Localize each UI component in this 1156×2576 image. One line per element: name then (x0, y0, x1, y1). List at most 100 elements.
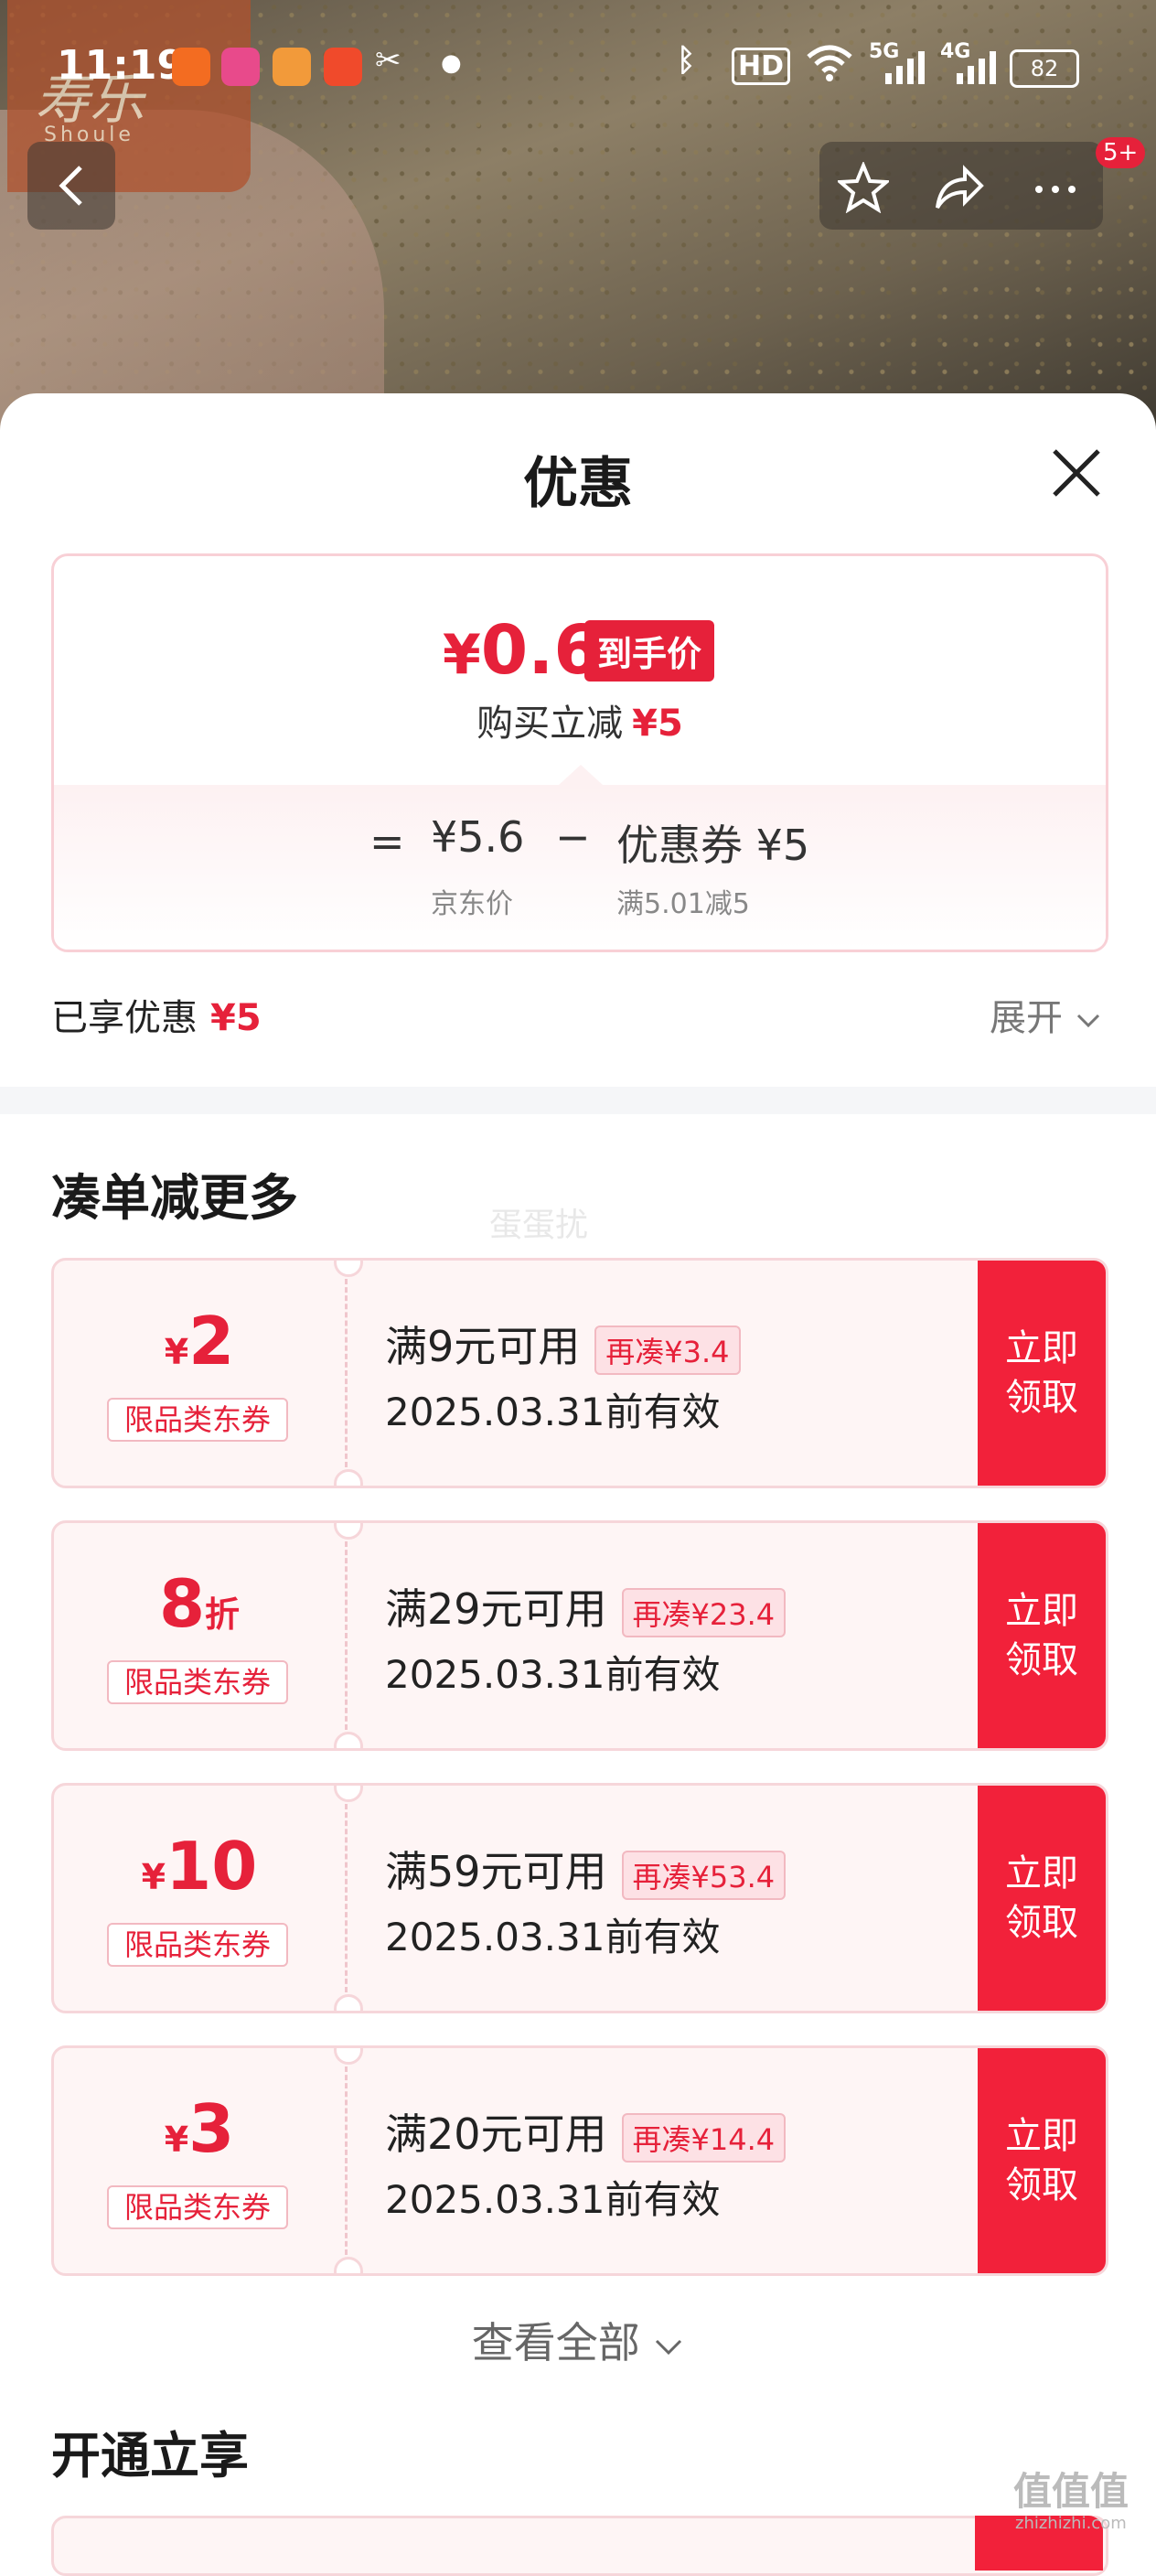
coupon-amount: 8折 (54, 1567, 345, 1651)
claim-button-label: 立即 领取 (1005, 2115, 1078, 2206)
coupon-condition-text: 满29元可用 (385, 1584, 607, 1634)
coupon-deduction: 优惠券 ¥5 (616, 821, 810, 870)
claim-button-label: 立即 领取 (1005, 1327, 1078, 1419)
message-count-badge: 5+ (1096, 137, 1146, 168)
section-title-more: 凑单减更多 (51, 1169, 298, 1227)
more-notifications-icon: ● (441, 49, 462, 77)
coupon-type: 限品类东券 (107, 2185, 288, 2229)
coupon-separator (345, 2066, 348, 2255)
final-price-value: 0.6 (480, 611, 601, 690)
signal-icon (942, 49, 997, 94)
enjoyed-label: 已享优惠 (51, 997, 198, 1039)
view-all-button[interactable]: 查看全部 (0, 2310, 1156, 2370)
section-divider (0, 1087, 1156, 1114)
discount-sheet: 优惠 ¥0.6 到手价 购买立减 ¥5 = ¥5.6 京东价 − 优惠券 ¥5 满… (0, 393, 1156, 2543)
chevron-down-icon (656, 2339, 682, 2356)
coupon-cutout (334, 1732, 363, 1748)
coupon-diff-badge: 再凑¥3.4 (594, 1325, 741, 1375)
share-icon[interactable] (934, 162, 985, 213)
coupon-separator (345, 1804, 348, 1992)
coupon-type: 限品类东券 (107, 1398, 288, 1442)
final-price: ¥0.6 (443, 611, 601, 690)
currency-symbol: ¥ (443, 623, 481, 687)
expand-label: 展开 (990, 997, 1063, 1039)
jd-price-label: 京东价 (431, 888, 513, 920)
reduce-line: 购买立减 ¥5 (54, 693, 1106, 746)
chevron-left-icon (59, 166, 82, 206)
coupon-cutout (334, 1469, 363, 1486)
coupon-amount-value: 2 (188, 1303, 235, 1379)
section-title-open: 开通立享 (51, 2427, 249, 2485)
final-price-area: ¥0.6 到手价 购买立减 ¥5 (54, 556, 1106, 785)
coupon-card: ¥2 限品类东券 满9元可用 再凑¥3.4 2025.03.31前有效 立即 领取 (51, 1258, 1108, 1488)
corner-watermark-url: zhizhizhi.com (1015, 2514, 1127, 2533)
coupon-value-area: ¥3 限品类东券 (54, 2048, 345, 2273)
coupon-condition: 满20元可用 再凑¥14.4 (385, 2101, 787, 2163)
coupon-date: 2025.03.31前有效 (385, 2177, 721, 2222)
battery-indicator: 82 (1010, 49, 1079, 88)
coupon-rule: 满5.01减5 (616, 888, 750, 920)
coupon-amount: ¥3 (54, 2092, 345, 2176)
price-breakdown-card: ¥0.6 到手价 购买立减 ¥5 = ¥5.6 京东价 − 优惠券 ¥5 满5.0… (51, 553, 1108, 952)
corner-watermark: 值值值 (1013, 2469, 1129, 2514)
price-formula: = ¥5.6 京东价 − 优惠券 ¥5 满5.01减5 (54, 785, 1106, 950)
coupon-type: 限品类东券 (107, 1660, 288, 1704)
claim-coupon-button[interactable]: 立即 领取 (978, 1523, 1106, 1748)
claim-coupon-button[interactable]: 立即 领取 (978, 1261, 1106, 1486)
minus-sign: − (555, 812, 591, 862)
coupon-amount-value: 8 (158, 1565, 206, 1642)
coupon-value-area: 8折 限品类东券 (54, 1523, 345, 1748)
coupon-card: ¥10 限品类东券 满59元可用 再凑¥53.4 2025.03.31前有效 立即… (51, 1783, 1108, 2013)
more-icon[interactable] (1030, 162, 1081, 213)
status-bar: 11:19 ✂ ● ᛒ HD 5G 4G 82 (0, 37, 1156, 101)
coupon-condition: 满59元可用 再凑¥53.4 (385, 1839, 787, 1900)
reduce-label: 购买立减 (476, 703, 624, 745)
status-time: 11:19 (57, 42, 186, 89)
coupon-symbol: ¥ (141, 1857, 166, 1897)
coupon-value-area: ¥10 限品类东券 (54, 1786, 345, 2011)
top-actions (819, 142, 1103, 230)
coupon-diff-badge: 再凑¥14.4 (621, 2112, 787, 2163)
coupon-condition-text: 满20元可用 (385, 2109, 607, 2159)
reduce-value: ¥5 (632, 703, 683, 745)
equals-sign: = (369, 817, 405, 866)
watermark-text: 蛋蛋扰 (489, 1207, 589, 1244)
claim-button-label: 立即 领取 (1005, 1852, 1078, 1944)
final-price-tag: 到手价 (584, 620, 715, 682)
back-button[interactable] (27, 142, 115, 230)
favorite-star-icon[interactable] (838, 162, 889, 213)
coupon-cutout (334, 1994, 363, 2011)
coupon-value-area: ¥2 限品类东券 (54, 1261, 345, 1486)
coupon-separator (345, 1279, 348, 1467)
expand-button[interactable]: 展开 (990, 988, 1102, 1041)
coupon-condition: 满9元可用 再凑¥3.4 (385, 1314, 741, 1375)
partial-coupon-card (51, 2516, 1108, 2576)
coupon-condition-text: 满9元可用 (385, 1322, 581, 1371)
claim-coupon-button[interactable]: 立即 领取 (978, 1786, 1106, 2011)
coupon-amount: ¥2 (54, 1304, 345, 1389)
coupon-card: 8折 限品类东券 满29元可用 再凑¥23.4 2025.03.31前有效 立即 … (51, 1520, 1108, 1751)
claim-coupon-button[interactable]: 立即 领取 (978, 2048, 1106, 2273)
signal-icon (871, 49, 926, 94)
coupon-date: 2025.03.31前有效 (385, 1390, 721, 1434)
coupon-suffix: 折 (205, 1594, 241, 1635)
coupon-amount-value: 3 (188, 2090, 235, 2167)
notification-app-icon (221, 48, 260, 86)
coupon-symbol: ¥ (164, 2120, 189, 2160)
coupon-symbol: ¥ (164, 1332, 189, 1372)
view-all-label: 查看全部 (471, 2318, 640, 2367)
coupon-date: 2025.03.31前有效 (385, 1652, 721, 1697)
product-hero-image: 寿乐 Shoule 11:19 ✂ ● ᛒ HD 5G 4G 82 5+ (0, 0, 1156, 430)
coupon-amount: ¥10 (54, 1830, 345, 1914)
jd-price: ¥5.6 (431, 812, 525, 862)
coupon-type: 限品类东券 (107, 1923, 288, 1967)
coupon-amount-value: 10 (166, 1828, 258, 1905)
enjoyed-value: ¥5 (210, 997, 262, 1039)
close-icon[interactable] (1047, 444, 1106, 502)
coupon-diff-badge: 再凑¥23.4 (621, 1587, 787, 1637)
notification-app-icon (172, 48, 210, 86)
coupon-card: ¥3 限品类东券 满20元可用 再凑¥14.4 2025.03.31前有效 立即 … (51, 2045, 1108, 2276)
notification-app-icon (324, 48, 362, 86)
coupon-condition-text: 满59元可用 (385, 1847, 607, 1896)
notification-app-icon (273, 48, 311, 86)
